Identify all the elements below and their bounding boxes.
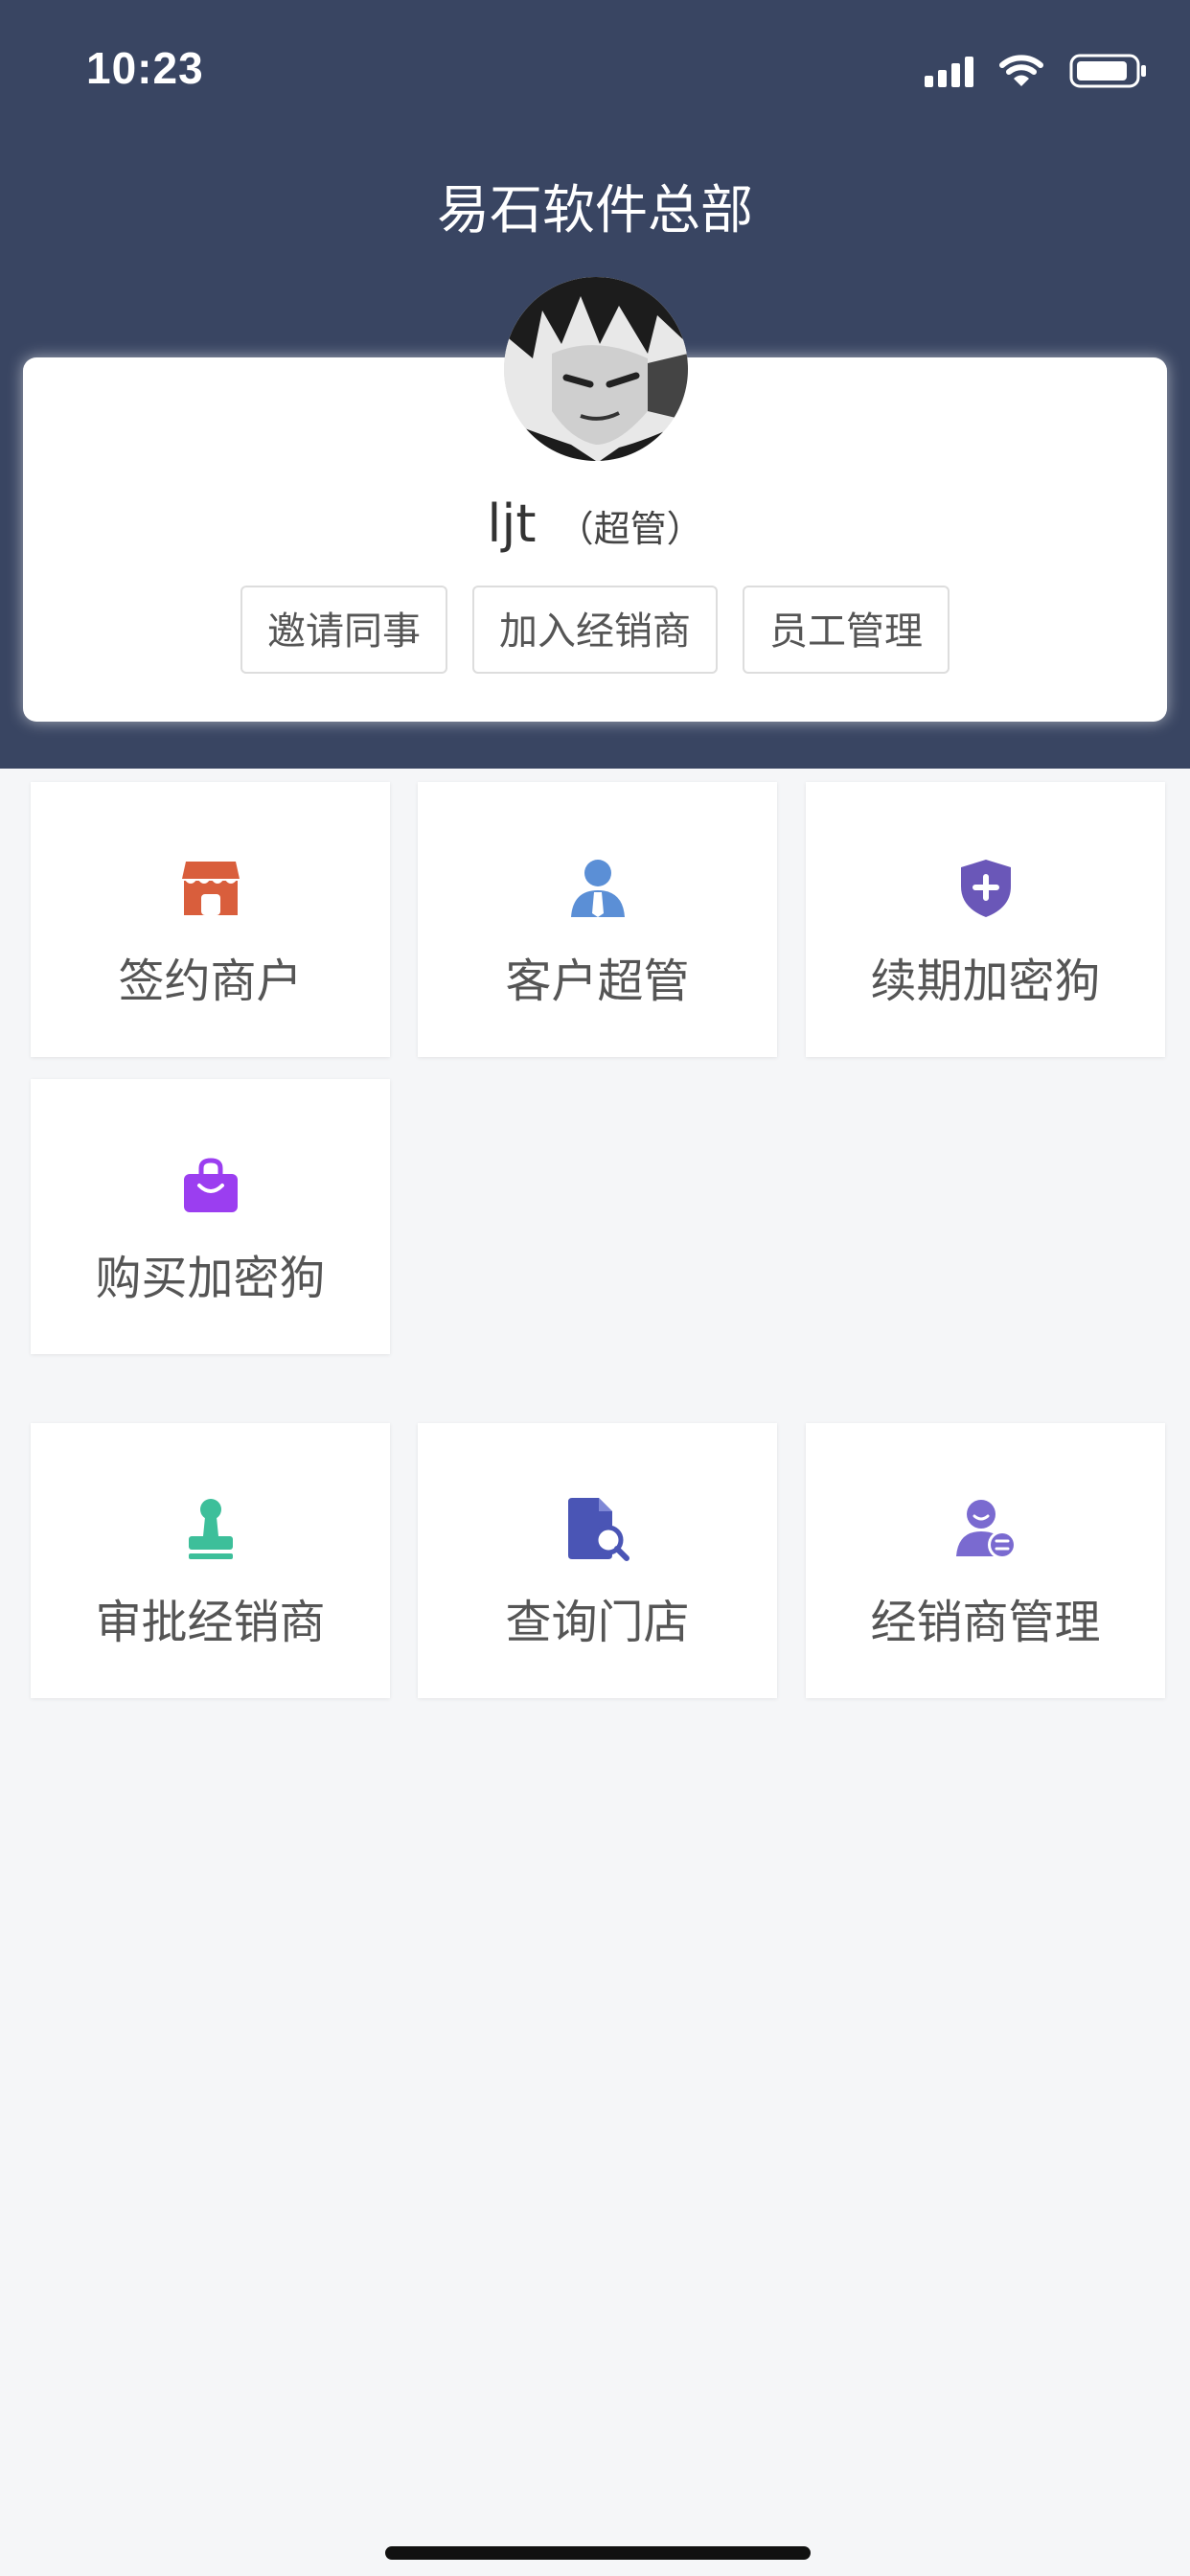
battery-icon xyxy=(1069,54,1146,88)
user-name: ljt xyxy=(487,494,537,554)
wifi-icon xyxy=(999,55,1043,86)
home-indicator[interactable] xyxy=(385,2546,811,2560)
user-tie-icon xyxy=(564,855,631,922)
cellular-signal-icon xyxy=(925,55,973,87)
tile-dealer-management[interactable]: 经销商管理 xyxy=(806,1423,1165,1698)
user-info: ljt （超管） xyxy=(23,494,1167,554)
user-role: （超管） xyxy=(557,508,703,550)
tile-label: 签约商户 xyxy=(118,954,303,1008)
shopping-bag-icon xyxy=(177,1152,244,1219)
staff-management-button[interactable]: 员工管理 xyxy=(743,586,950,674)
tile-label: 购买加密狗 xyxy=(95,1252,326,1305)
tile-label: 经销商管理 xyxy=(870,1596,1101,1649)
tile-sign-merchant[interactable]: 签约商户 xyxy=(31,782,390,1057)
user-list-icon xyxy=(952,1496,1019,1563)
tile-renew-dongle[interactable]: 续期加密狗 xyxy=(806,782,1165,1057)
tile-approve-dealer[interactable]: 审批经销商 xyxy=(31,1423,390,1698)
invite-colleague-button[interactable]: 邀请同事 xyxy=(240,586,447,674)
profile-actions: 邀请同事 加入经销商 员工管理 xyxy=(23,586,1167,674)
page-title: 易石软件总部 xyxy=(436,179,753,241)
shield-plus-icon xyxy=(952,855,1019,922)
tile-buy-dongle[interactable]: 购买加密狗 xyxy=(31,1079,390,1354)
tile-query-store[interactable]: 查询门店 xyxy=(418,1423,777,1698)
store-icon xyxy=(177,855,244,922)
stamp-icon xyxy=(177,1496,244,1563)
tile-label: 审批经销商 xyxy=(95,1596,326,1649)
tile-label: 查询门店 xyxy=(505,1596,690,1649)
join-dealer-button[interactable]: 加入经销商 xyxy=(472,586,718,674)
tile-label: 客户超管 xyxy=(505,954,690,1008)
status-icons xyxy=(925,50,1148,92)
tile-label: 续期加密狗 xyxy=(870,954,1101,1008)
tile-customer-admin[interactable]: 客户超管 xyxy=(418,782,777,1057)
status-time: 10:23 xyxy=(86,43,204,93)
document-search-icon xyxy=(564,1496,631,1563)
avatar[interactable] xyxy=(504,277,688,461)
